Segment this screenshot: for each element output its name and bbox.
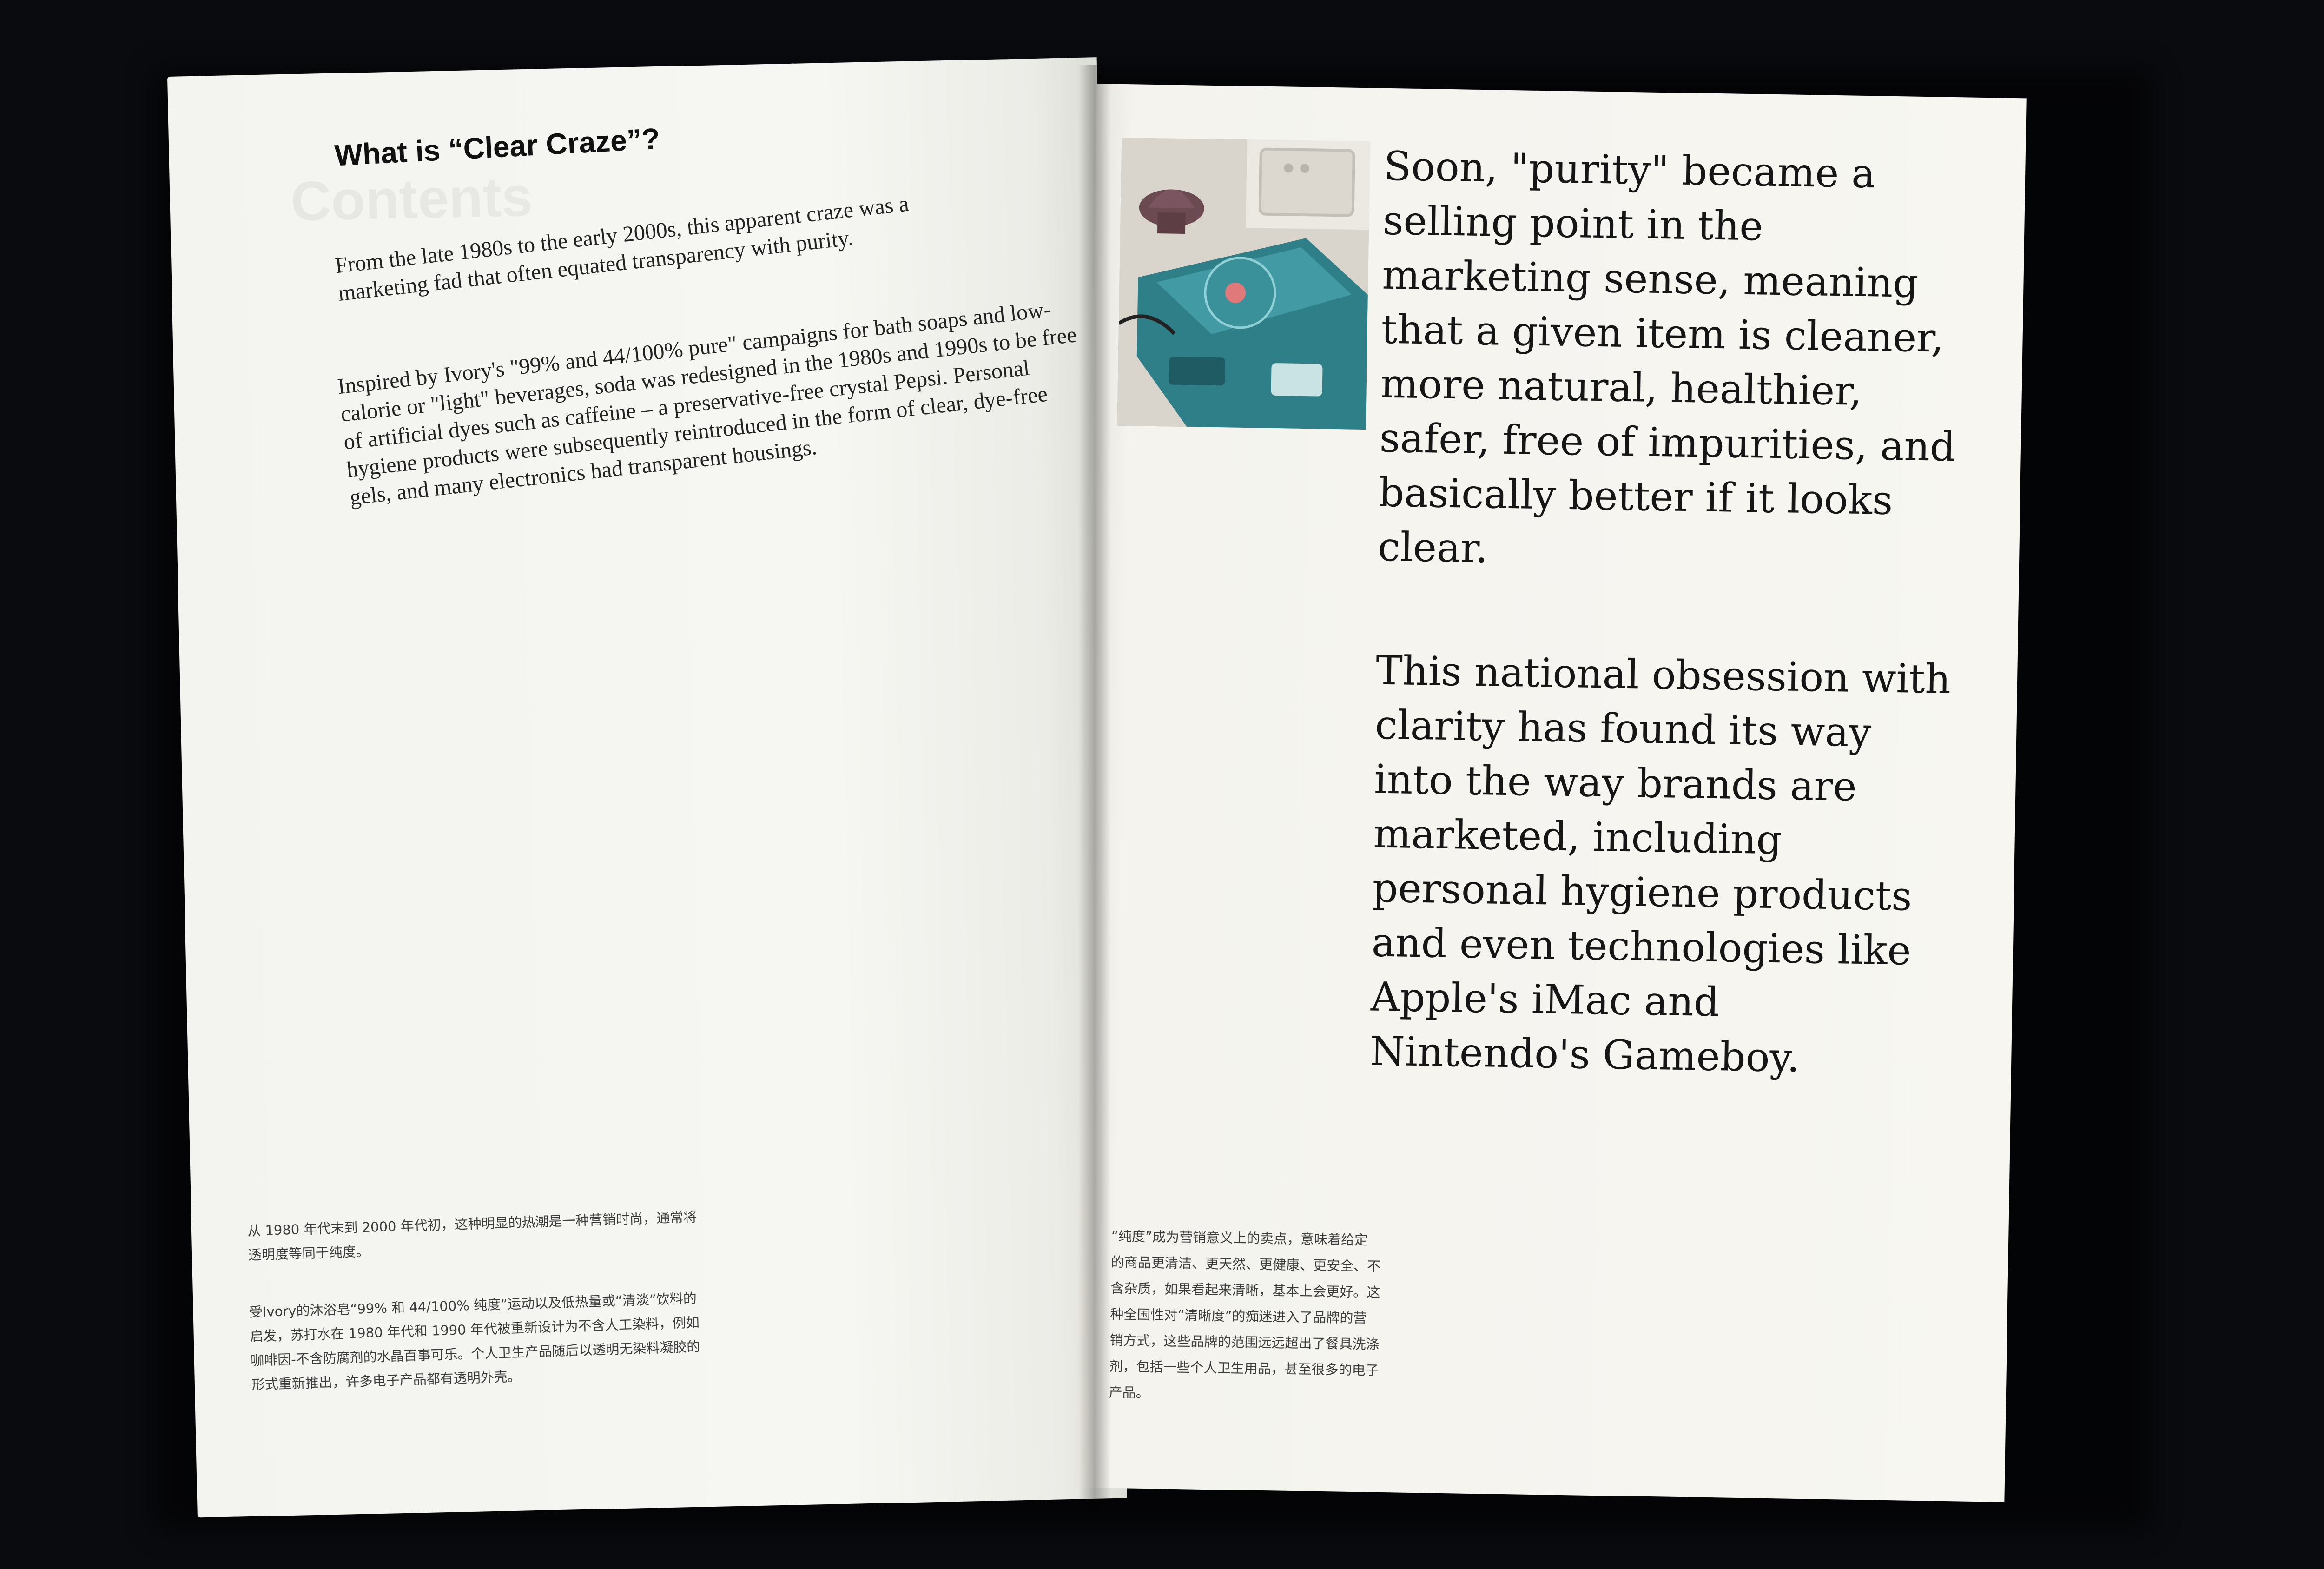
pull-quote-2: This national obsession with clarity has… (1369, 647, 1951, 1082)
chinese-text-right: “纯度”成为营销意义上的卖点，意味着给定的商品更清洁、更天然、更健康、更安全、不… (1109, 1228, 1381, 1401)
pull-quote-1: Soon, "purity" became a selling point in… (1377, 143, 1956, 572)
body-paragraph: Inspired by Ivory's "99% and 44/100% pur… (336, 297, 1078, 510)
console-photo (1117, 137, 1371, 430)
chinese-paragraph: 受Ivory的沐浴皂“99% 和 44/100% 纯度”运动以及低热量或“清淡”… (249, 1290, 700, 1393)
right-page: Soon, "purity" became a selling point in… (1075, 84, 2027, 1503)
spine-gutter (1078, 65, 1111, 1516)
show-through-text: Contents (290, 165, 533, 233)
magazine-spread-photo: Contents What is “Clear Craze”? From the… (0, 0, 2324, 1569)
console-illustration (1117, 137, 1371, 430)
chinese-intro: 从 1980 年代末到 2000 年代初，这种明显的热潮是一种营销时尚，通常将透… (247, 1209, 697, 1263)
left-page: Contents What is “Clear Craze”? From the… (167, 57, 1127, 1518)
